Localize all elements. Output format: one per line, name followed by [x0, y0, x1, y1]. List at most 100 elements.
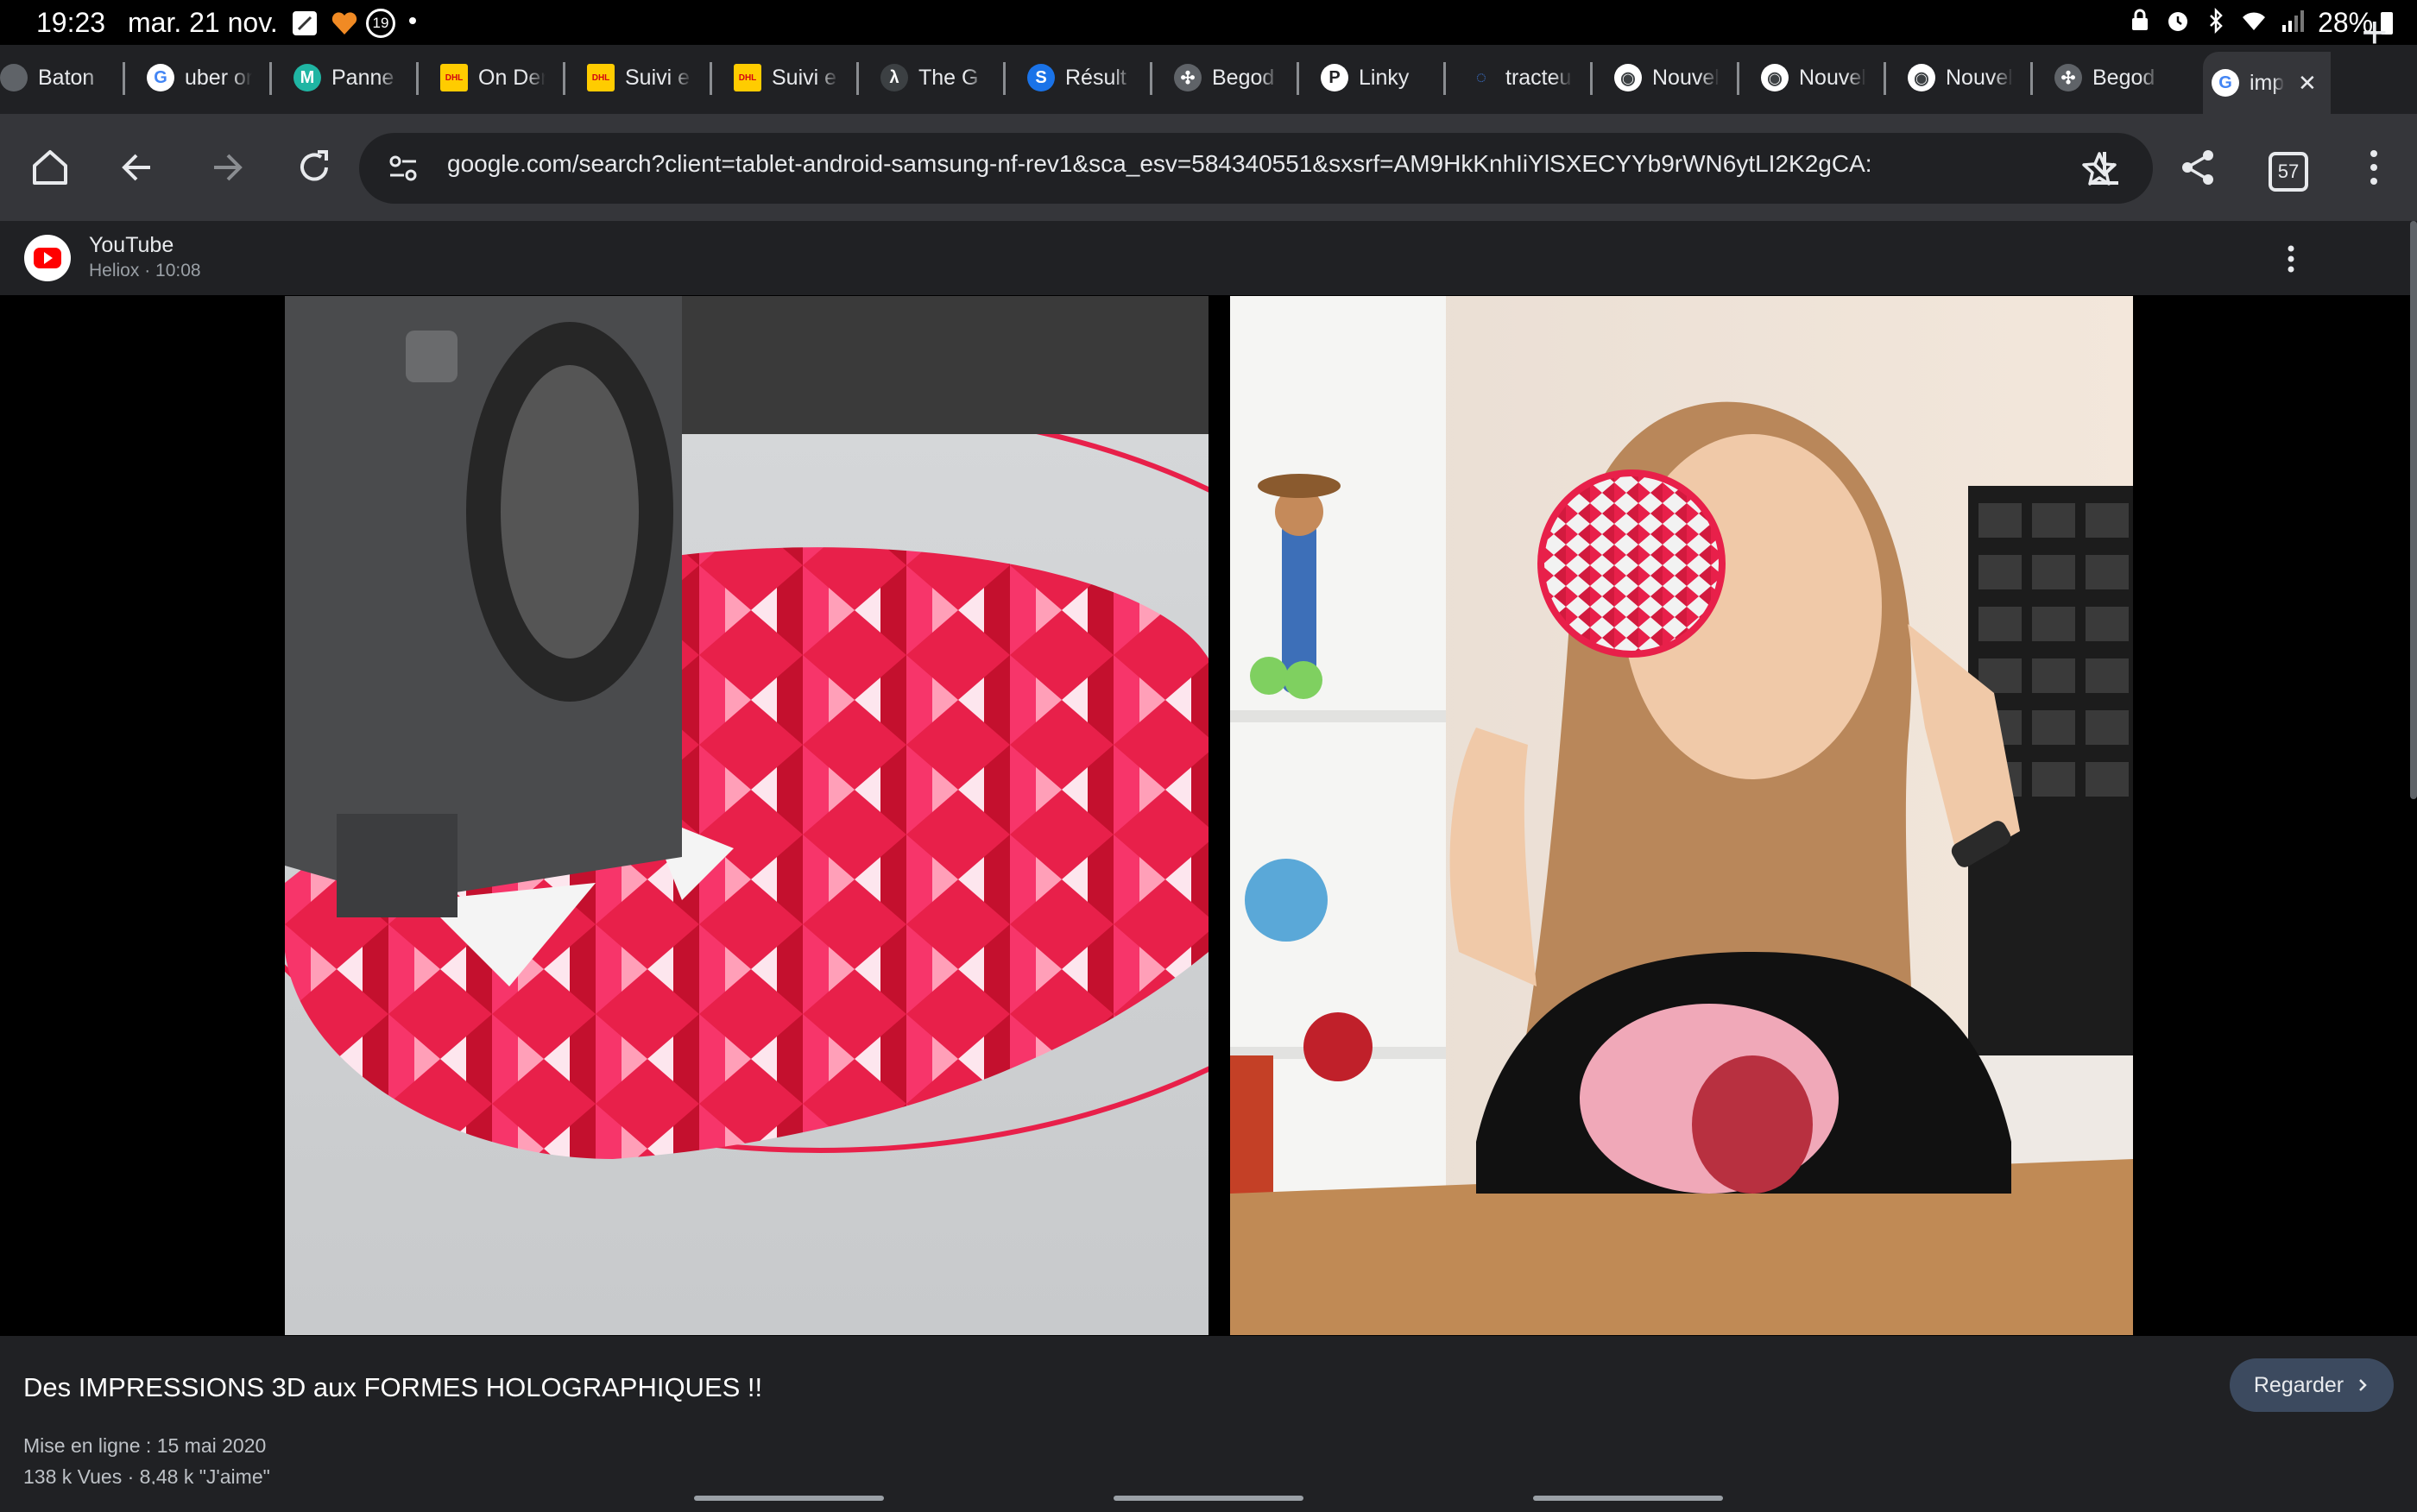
- video-info-panel: [0, 1336, 2417, 1484]
- result-header: [0, 221, 2417, 295]
- tab-label: On Der: [478, 65, 546, 90]
- tab-16[interactable]: Gimp ✕: [2203, 52, 2331, 114]
- tab-10[interactable]: P Linky: [1312, 52, 1450, 104]
- dhl-icon: DHL: [734, 64, 761, 91]
- tab-switcher-button[interactable]: 57: [2269, 152, 2308, 192]
- tab-separator: [710, 62, 712, 95]
- tab-7[interactable]: λ The G: [872, 52, 1010, 104]
- heart-notification-icon: [331, 12, 357, 35]
- nav-handle-left[interactable]: [694, 1496, 884, 1501]
- p-icon: P: [1321, 64, 1348, 91]
- tab-label: Nouvel: [1799, 65, 1866, 90]
- back-icon[interactable]: [116, 145, 161, 190]
- tab-2[interactable]: Guber or: [138, 52, 276, 104]
- chrome-icon: ◉: [1614, 64, 1642, 91]
- tab-label: Suivi e: [772, 65, 837, 90]
- tab-label: Linky: [1359, 65, 1410, 90]
- swirl-icon: S: [1027, 64, 1055, 91]
- tab-label: Begod: [1212, 65, 1275, 90]
- reload-icon[interactable]: [292, 145, 337, 190]
- video-title[interactable]: Des IMPRESSIONS 3D aux FORMES HOLOGRAPHI…: [23, 1372, 762, 1403]
- tab-15[interactable]: ✣ Begod: [2046, 52, 2184, 104]
- signal-icon: [2282, 10, 2304, 32]
- tab-separator: [1003, 62, 1006, 95]
- tab-label: Panne: [331, 65, 394, 90]
- tab-9[interactable]: ✣ Begod: [1165, 52, 1303, 104]
- tab-label: Résult: [1065, 65, 1126, 90]
- fan-icon: ✣: [2054, 64, 2082, 91]
- tab-label: Nouvel: [1946, 65, 2013, 90]
- chrome-icon: ◉: [1761, 64, 1789, 91]
- channel-duration: Heliox · 10:08: [89, 261, 201, 280]
- watch-button[interactable]: Regarder: [2230, 1358, 2394, 1412]
- tab-1[interactable]: Baton: [0, 52, 129, 104]
- tab-12[interactable]: ◉ Nouvel: [1606, 52, 1744, 104]
- tab-label: Nouvel: [1652, 65, 1720, 90]
- tab-3[interactable]: M Panne: [285, 52, 423, 104]
- url-text[interactable]: google.com/search?client=tablet-android-…: [447, 150, 1871, 178]
- tab-5[interactable]: DHL Suivi e: [578, 52, 716, 104]
- system-icons: [2127, 8, 2305, 34]
- google-icon: G: [147, 64, 174, 91]
- tab-label: Begod: [2092, 65, 2155, 90]
- tab-separator: [1150, 62, 1152, 95]
- lock-icon: [2132, 9, 2148, 30]
- tab-6[interactable]: DHL Suivi e: [725, 52, 863, 104]
- notification-count-badge: 19: [366, 9, 395, 38]
- home-icon[interactable]: [28, 145, 73, 190]
- watch-button-label: Regarder: [2253, 1372, 2344, 1397]
- nav-handle-center[interactable]: [1114, 1496, 1303, 1501]
- tab-8[interactable]: S Résult: [1019, 52, 1157, 104]
- bluetooth-icon: [2210, 8, 2223, 34]
- status-bar: 19:23 mar. 21 nov. 19 28%: [0, 0, 2417, 45]
- forward-icon[interactable]: [204, 145, 249, 190]
- generic-icon: [0, 64, 28, 91]
- omnibox[interactable]: google.com/search?client=tablet-android-…: [359, 133, 2153, 204]
- page-scrollbar[interactable]: [2410, 221, 2417, 799]
- close-tab-icon[interactable]: ✕: [2298, 70, 2317, 97]
- nav-handle-right[interactable]: [1533, 1496, 1723, 1501]
- alarm-icon: [2168, 12, 2187, 31]
- tab-separator: [1884, 62, 1886, 95]
- tab-label: The G: [918, 65, 979, 90]
- tab-11[interactable]: ◌ tracteu: [1459, 52, 1597, 104]
- google-icon: G: [2212, 69, 2239, 97]
- result-more-icon[interactable]: [2282, 242, 2300, 276]
- m-icon: M: [293, 64, 321, 91]
- fan-icon: ✣: [1174, 64, 1202, 91]
- tab-label: Suivi e: [625, 65, 691, 90]
- chevron-right-icon: [2359, 1379, 2367, 1391]
- tab-label: tracteu: [1505, 65, 1572, 90]
- status-date: mar. 21 nov.: [128, 7, 278, 38]
- tab-14[interactable]: ◉ Nouvel: [1899, 52, 2037, 104]
- dhl-icon: DHL: [440, 64, 468, 91]
- video-stats: 138 k Vues · 8,48 k "J'aime": [23, 1465, 270, 1484]
- tab-separator: [1297, 62, 1299, 95]
- youtube-logo-icon: [24, 235, 71, 281]
- new-tab-button[interactable]: +: [2362, 10, 2388, 55]
- share-icon[interactable]: [2175, 145, 2220, 190]
- video-thumbnail[interactable]: [285, 296, 2133, 1335]
- tab-separator: [1737, 62, 1739, 95]
- tab-separator: [1590, 62, 1593, 95]
- tab-separator: [1443, 62, 1446, 95]
- tab-13[interactable]: ◉ Nouvel: [1752, 52, 1890, 104]
- tab-separator: [2030, 62, 2033, 95]
- loading-icon: ◌: [1476, 67, 1486, 87]
- download-icon[interactable]: [2082, 145, 2127, 190]
- tab-separator: [123, 62, 125, 95]
- chrome-icon: ◉: [1908, 64, 1935, 91]
- status-time: 19:23: [36, 7, 106, 38]
- notes-notification-icon: [293, 11, 317, 35]
- more-menu-icon[interactable]: [2351, 145, 2396, 190]
- tab-label: imp: [2250, 70, 2284, 95]
- tab-separator: [269, 62, 272, 95]
- video-frame-image: [285, 296, 2133, 1335]
- tab-separator: [563, 62, 565, 95]
- tabs-container: Baton Guber or M Panne DHL On Der DHL Suivi e DH…: [0, 45, 2331, 114]
- tab-label: uber or: [185, 65, 252, 90]
- more-notifications-dot: [409, 17, 416, 24]
- site-settings-icon[interactable]: [387, 152, 420, 185]
- lambda-icon: λ: [880, 64, 908, 91]
- tab-4[interactable]: DHL On Der: [432, 52, 570, 104]
